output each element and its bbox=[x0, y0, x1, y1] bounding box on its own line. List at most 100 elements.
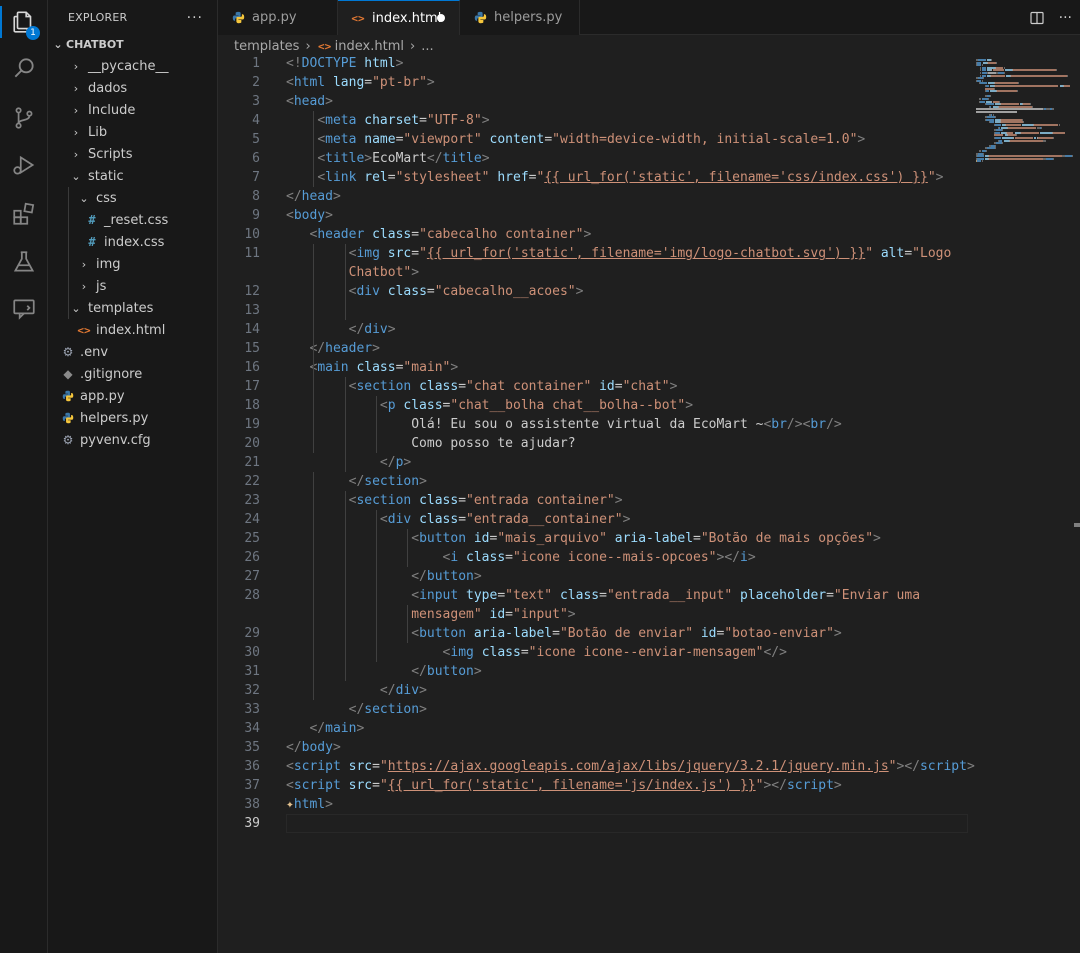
explorer-icon[interactable]: 1 bbox=[0, 2, 48, 42]
code-line[interactable]: <img class="icone icone--enviar-mensagem… bbox=[286, 643, 787, 662]
minimap-line bbox=[995, 142, 1003, 145]
breadcrumb-symbol[interactable]: ... bbox=[421, 39, 433, 54]
breadcrumb-folder[interactable]: templates bbox=[234, 39, 299, 54]
code-token: "chat" bbox=[622, 379, 670, 394]
code-line[interactable]: Como posso te ajudar? bbox=[286, 434, 575, 453]
folder-dados[interactable]: › dados bbox=[48, 77, 217, 99]
folder-templates[interactable]: ⌄ templates bbox=[48, 297, 217, 319]
file-app-py[interactable]: app.py bbox=[48, 385, 217, 407]
search-icon[interactable] bbox=[0, 48, 48, 88]
file-gitignore[interactable]: ◆ .gitignore bbox=[48, 363, 217, 385]
code-line[interactable]: </button> bbox=[286, 662, 481, 681]
folder-pycache[interactable]: › __pycache__ bbox=[48, 55, 217, 77]
run-debug-icon[interactable] bbox=[0, 145, 48, 185]
code-line[interactable]: <header class="cabecalho container"> bbox=[286, 225, 591, 244]
code-token: Olá! Eu sou o assistente virtual da EcoM… bbox=[286, 417, 764, 432]
code-line[interactable]: ✦html> bbox=[286, 795, 333, 814]
tab-app-py[interactable]: app.py bbox=[218, 0, 338, 35]
minimap-line bbox=[1043, 139, 1047, 142]
file-helpers-py[interactable]: helpers.py bbox=[48, 407, 217, 429]
extensions-icon[interactable] bbox=[0, 194, 48, 234]
code-line[interactable]: <main class="main"> bbox=[286, 358, 458, 377]
folder-js[interactable]: › js bbox=[48, 275, 217, 297]
folder-css[interactable]: ⌄ css bbox=[48, 187, 217, 209]
more-actions-icon[interactable]: ··· bbox=[187, 10, 203, 26]
code-token[interactable]: {{ url_for('static', filename='js/index.… bbox=[388, 778, 756, 793]
file-pyvenv-cfg[interactable]: ⚙ pyvenv.cfg bbox=[48, 429, 217, 451]
line-number: 4 bbox=[252, 113, 260, 128]
code-line[interactable]: <input type="text" class="entrada__input… bbox=[286, 586, 920, 605]
tab-helpers-py[interactable]: helpers.py bbox=[460, 0, 580, 35]
code-line[interactable]: <img src="{{ url_for('static', filename=… bbox=[286, 244, 952, 263]
code-line[interactable]: </body> bbox=[286, 738, 341, 757]
breadcrumb-file[interactable]: index.html bbox=[335, 39, 404, 54]
code-editor[interactable]: 1 <!DOCTYPE html> 2 <html lang="pt-br"> 3 <he… bbox=[218, 54, 1080, 953]
more-actions-icon[interactable]: ··· bbox=[1059, 10, 1072, 26]
source-control-icon[interactable] bbox=[0, 98, 48, 138]
folder-include[interactable]: › Include bbox=[48, 99, 217, 121]
code-token[interactable]: {{ url_for('static', filename='css/index… bbox=[544, 170, 928, 185]
code-line[interactable]: <meta charset="UTF-8"> bbox=[286, 111, 489, 130]
code-line[interactable]: </div> bbox=[286, 320, 396, 339]
code-line[interactable]: </button> bbox=[286, 567, 481, 586]
code-line[interactable]: <head> bbox=[286, 92, 333, 111]
code-line[interactable]: </head> bbox=[286, 187, 341, 206]
code-line[interactable]: <p class="chat__bolha chat__bolha--bot"> bbox=[286, 396, 693, 415]
code-line[interactable]: <script src="{{ url_for('static', filena… bbox=[286, 776, 842, 795]
code-token[interactable]: https://ajax.googleapis.com/ajax/libs/jq… bbox=[388, 759, 889, 774]
code-line[interactable]: <html lang="pt-br"> bbox=[286, 73, 435, 92]
folder-img[interactable]: › img bbox=[48, 253, 217, 275]
folder-lib[interactable]: › Lib bbox=[48, 121, 217, 143]
code-token: alt bbox=[880, 246, 905, 261]
sparkle-icon[interactable]: ✦ bbox=[286, 797, 294, 812]
code-token[interactable]: {{ url_for('static', filename='img/logo-… bbox=[427, 246, 865, 261]
code-line[interactable]: <body> bbox=[286, 206, 333, 225]
code-line[interactable]: <div class="entrada__container"> bbox=[286, 510, 630, 529]
scrollbar-marker[interactable] bbox=[1074, 523, 1080, 527]
code-line[interactable]: </main> bbox=[286, 719, 364, 738]
split-editor-icon[interactable] bbox=[1029, 10, 1045, 26]
code-line[interactable]: </section> bbox=[286, 700, 427, 719]
code-line[interactable]: </section> bbox=[286, 472, 427, 491]
file-reset-css[interactable]: # _reset.css bbox=[48, 209, 217, 231]
tree-root-chatbot[interactable]: ⌄ CHATBOT bbox=[48, 33, 217, 55]
code-line[interactable]: <!DOCTYPE html> bbox=[286, 54, 403, 73]
code-line[interactable]: Olá! Eu sou o assistente virtual da EcoM… bbox=[286, 415, 842, 434]
code-line[interactable]: <button aria-label="Botão de enviar" id=… bbox=[286, 624, 842, 643]
line-number: 1 bbox=[252, 56, 260, 71]
code-line[interactable]: <div class="cabecalho__acoes"> bbox=[286, 282, 584, 301]
code-token: aria-label bbox=[473, 626, 553, 641]
code-line[interactable]: <meta name="viewport" content="width=dev… bbox=[286, 130, 865, 149]
code-line[interactable]: <title>EcoMart</title> bbox=[286, 149, 489, 168]
code-line[interactable]: <script src="https://ajax.googleapis.com… bbox=[286, 757, 975, 776]
file-index-html[interactable]: <> index.html bbox=[48, 319, 217, 341]
chevron-down-icon: ⌄ bbox=[79, 191, 89, 205]
code-line[interactable]: </p> bbox=[286, 453, 411, 472]
code-line[interactable]: <i class="icone icone--mais-opcoes"></i> bbox=[286, 548, 756, 567]
testing-icon[interactable] bbox=[0, 242, 48, 282]
folder-static[interactable]: ⌄ static bbox=[48, 165, 217, 187]
remote-chat-icon[interactable] bbox=[0, 289, 48, 329]
code-line[interactable]: Chatbot"> bbox=[286, 263, 419, 282]
minimap[interactable] bbox=[976, 57, 1076, 177]
code-token: = bbox=[458, 512, 467, 527]
code-line[interactable]: </div> bbox=[286, 681, 427, 700]
code-line[interactable]: <section class="entrada container"> bbox=[286, 491, 623, 510]
code-token: </ bbox=[286, 189, 302, 204]
folder-scripts[interactable]: › Scripts bbox=[48, 143, 217, 165]
code-token: "Enviar uma bbox=[833, 588, 921, 603]
code-line[interactable]: </header> bbox=[286, 339, 379, 358]
line-number: 37 bbox=[244, 778, 260, 793]
file-env[interactable]: ⚙ .env bbox=[48, 341, 217, 363]
tab-index-html[interactable]: <> index.html bbox=[338, 0, 460, 35]
code-token: /> bbox=[786, 417, 803, 432]
code-token: html bbox=[293, 797, 326, 812]
code-token: "entrada__container" bbox=[466, 512, 623, 527]
file-index-css[interactable]: # index.css bbox=[48, 231, 217, 253]
unsaved-dot-icon[interactable] bbox=[437, 14, 445, 22]
code-line[interactable]: mensagem" id="input"> bbox=[286, 605, 575, 624]
code-line[interactable]: <link rel="stylesheet" href="{{ url_for(… bbox=[286, 168, 943, 187]
minimap-line bbox=[1057, 85, 1059, 87]
